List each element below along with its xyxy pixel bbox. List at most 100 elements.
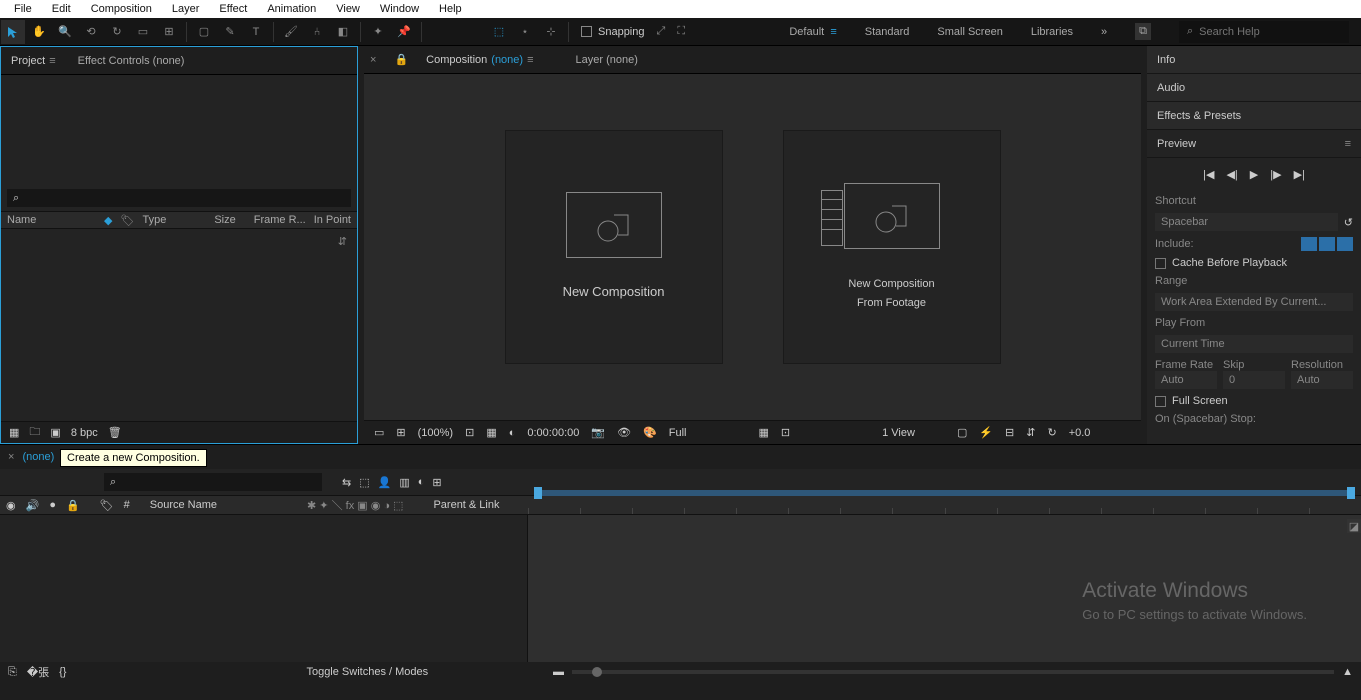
lock-switch-icon[interactable]: 🔒	[66, 499, 80, 512]
include-audio-icon[interactable]	[1319, 237, 1335, 251]
new-folder-icon[interactable]: 🗀	[29, 423, 40, 442]
new-comp-icon[interactable]: ▣	[50, 426, 60, 439]
framerate-dropdown[interactable]: Auto	[1155, 371, 1217, 389]
channel-icon[interactable]: 🎨	[643, 426, 657, 439]
playfrom-dropdown[interactable]: Current Time	[1155, 335, 1353, 353]
first-frame-icon[interactable]: |◀	[1203, 168, 1214, 181]
panel-audio[interactable]: Audio	[1147, 74, 1361, 102]
shy-icon[interactable]: 👤	[378, 476, 392, 489]
toggle-switches-modes[interactable]: Toggle Switches / Modes	[306, 666, 428, 678]
workspace-default[interactable]: Default ≡	[789, 26, 836, 38]
pen-tool-icon[interactable]: ✎	[218, 20, 242, 44]
footer-icon-3[interactable]: {}	[59, 666, 66, 678]
magnification-icon[interactable]: ▭	[374, 426, 384, 439]
layer-list[interactable]	[0, 515, 528, 662]
workspace-overflow-icon[interactable]: »	[1101, 26, 1107, 38]
world-axis-icon[interactable]: ⋆	[513, 20, 537, 44]
orbit-tool-icon[interactable]: ⟲	[79, 20, 103, 44]
range-dropdown[interactable]: Work Area Extended By Current...	[1155, 293, 1353, 311]
snapping-checkbox-icon[interactable]	[581, 26, 592, 37]
search-help[interactable]: ⌕	[1179, 21, 1349, 43]
comp-mini-flow-icon[interactable]: ⇆	[342, 476, 351, 489]
shortcut-dropdown[interactable]: Spacebar	[1155, 213, 1338, 231]
tab-layer[interactable]: Layer (none)	[572, 50, 642, 70]
menu-animation[interactable]: Animation	[257, 1, 326, 17]
comp-flow-icon[interactable]: ⇵	[1026, 426, 1035, 439]
zoom-value[interactable]: (100%)	[418, 427, 453, 439]
collapse-handle-icon[interactable]: ◪	[1347, 519, 1361, 533]
bpc-label[interactable]: 8 bpc	[71, 427, 98, 439]
video-switch-icon[interactable]: ◉	[6, 499, 16, 512]
lock-icon[interactable]: 🔒	[394, 53, 408, 66]
show-snapshot-icon[interactable]: 👁	[617, 426, 631, 439]
resolution-dropdown[interactable]: Auto	[1291, 371, 1353, 389]
search-help-input[interactable]	[1199, 26, 1341, 38]
prev-frame-icon[interactable]: ◀|	[1226, 168, 1237, 181]
menu-file[interactable]: File	[4, 1, 42, 17]
project-item-list[interactable]: ⇵	[1, 229, 357, 421]
col-name[interactable]: Name	[7, 214, 87, 226]
timeline-tab-none[interactable]: (none)	[22, 451, 54, 463]
tab-composition[interactable]: Composition (none) ≡	[422, 50, 537, 70]
graph-editor-icon[interactable]: ⊞	[432, 476, 441, 489]
play-icon[interactable]: ▶	[1250, 168, 1258, 181]
tag-icon[interactable]: 🏷	[121, 214, 135, 227]
checkbox-icon[interactable]	[1155, 258, 1166, 269]
zoom-knob[interactable]	[592, 667, 602, 677]
panel-info[interactable]: Info	[1147, 46, 1361, 74]
timeline-tracks[interactable]: ◪ Activate Windows Go to PC settings to …	[528, 515, 1361, 662]
checkbox-icon[interactable]	[1155, 396, 1166, 407]
snapping-opt1-icon[interactable]: ⤢	[657, 25, 666, 38]
view-axis-icon[interactable]: ⊹	[539, 20, 563, 44]
timecode[interactable]: 0:00:00:00	[527, 427, 579, 439]
hand-tool-icon[interactable]: ✋	[27, 20, 51, 44]
tab-effect-controls[interactable]: Effect Controls (none)	[74, 51, 189, 71]
safe-zones-icon[interactable]: ⊡	[465, 426, 474, 439]
selection-tool-icon[interactable]	[1, 20, 25, 44]
workspace-reset-icon[interactable]: ⧉	[1135, 23, 1151, 40]
exposure-value[interactable]: +0.0	[1069, 427, 1091, 439]
zoom-in-icon[interactable]: ▲	[1342, 666, 1353, 678]
menu-composition[interactable]: Composition	[81, 1, 162, 17]
resolution-dropdown[interactable]: Full	[669, 427, 687, 439]
sort-indicator-icon[interactable]: ◆	[104, 214, 112, 227]
local-axis-icon[interactable]: ⬚	[487, 20, 511, 44]
draft3d-icon[interactable]: ⬚	[359, 476, 369, 489]
project-search[interactable]: ⌕	[7, 189, 351, 207]
zoom-tool-icon[interactable]: 🔍	[53, 20, 77, 44]
panel-effects-presets[interactable]: Effects & Presets	[1147, 102, 1361, 130]
include-overlay-icon[interactable]	[1337, 237, 1353, 251]
panel-menu-icon[interactable]: ≡	[49, 55, 55, 67]
workspace-standard[interactable]: Standard	[865, 26, 910, 38]
col-size[interactable]: Size	[214, 214, 235, 226]
menu-layer[interactable]: Layer	[162, 1, 210, 17]
footer-icon-2[interactable]: �張	[27, 664, 49, 680]
new-composition-card[interactable]: New Composition	[505, 130, 723, 364]
include-video-icon[interactable]	[1301, 237, 1317, 251]
snapshot-icon[interactable]: 📷	[591, 426, 605, 439]
fast-preview-icon[interactable]: ⚡	[979, 426, 993, 439]
audio-switch-icon[interactable]: 🔊	[26, 499, 40, 512]
cache-before-playback[interactable]: Cache Before Playback	[1155, 257, 1353, 269]
interpret-footage-icon[interactable]: ▦	[9, 426, 19, 439]
flowchart-icon[interactable]: ⇵	[338, 235, 347, 248]
mask-icon[interactable]: ◐	[509, 427, 516, 439]
resolution-icon[interactable]: ⊞	[396, 426, 405, 439]
puppet-tool-icon[interactable]: 📌	[392, 20, 416, 44]
pixel-aspect-icon[interactable]: ▢	[957, 426, 967, 439]
zoom-out-icon[interactable]: ▬	[553, 666, 564, 678]
clone-tool-icon[interactable]: ⑃	[305, 20, 329, 44]
next-frame-icon[interactable]: |▶	[1270, 168, 1281, 181]
eraser-tool-icon[interactable]: ◧	[331, 20, 355, 44]
frame-blend-icon[interactable]: ▥	[399, 476, 409, 489]
menu-edit[interactable]: Edit	[42, 1, 81, 17]
grid-icon[interactable]: ▦	[486, 426, 496, 439]
panel-preview[interactable]: Preview≡	[1147, 130, 1361, 158]
tab-project[interactable]: Project ≡	[7, 51, 60, 71]
rotate-tool-icon[interactable]: ↻	[105, 20, 129, 44]
view-layout-dropdown[interactable]: 1 View	[882, 427, 915, 439]
footer-icon-1[interactable]: ⎘	[8, 666, 17, 679]
close-tab-icon[interactable]: ×	[8, 451, 14, 463]
reset-exposure-icon[interactable]: ↻	[1047, 426, 1056, 439]
anchor-tool-icon[interactable]: ⊞	[157, 20, 181, 44]
